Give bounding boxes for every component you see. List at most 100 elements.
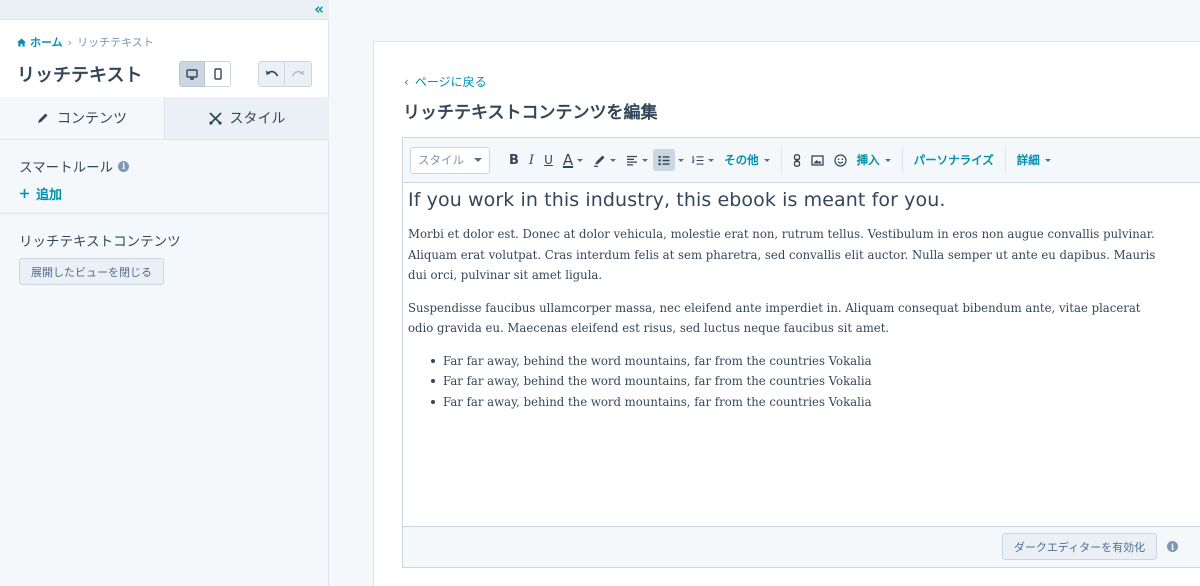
collapse-sidebar-icon[interactable]: « xyxy=(314,0,324,18)
desktop-view-button[interactable] xyxy=(179,61,205,87)
toolbar-divider xyxy=(901,147,903,173)
smart-rules-heading: スマートルール i xyxy=(19,156,130,176)
chevron-down-icon xyxy=(1044,158,1051,162)
sidebar: « ホーム › リッチテキスト リッチテキスト コンテンツ スタイル スマートル… xyxy=(0,0,329,586)
breadcrumb-home-link[interactable]: ホーム xyxy=(17,34,63,50)
editor-content[interactable]: If you work in this industry, this ebook… xyxy=(408,189,1168,412)
list-item-text: Far far away, behind the word mountains,… xyxy=(443,394,872,409)
close-expanded-view-button[interactable]: 展開したビューを閉じる xyxy=(19,258,164,285)
add-smart-rule-label: 追加 xyxy=(36,188,63,203)
view-toggle xyxy=(179,61,231,87)
content-heading: If you work in this industry, this ebook… xyxy=(408,189,946,211)
undo-button[interactable] xyxy=(258,61,285,87)
rich-text-section-label: リッチテキストコンテンツ xyxy=(19,234,181,250)
bulleted-list-button[interactable] xyxy=(653,149,676,171)
advanced-menu-label: 詳細 xyxy=(1016,153,1040,167)
more-menu-button[interactable]: その他 xyxy=(719,152,775,168)
tab-contents[interactable]: コンテンツ xyxy=(0,97,165,139)
redo-button[interactable] xyxy=(285,61,312,87)
mobile-view-button[interactable] xyxy=(205,61,231,87)
insert-link-button[interactable] xyxy=(788,149,806,171)
undo-icon xyxy=(265,70,278,77)
bulleted-list-icon xyxy=(658,155,670,165)
chevron-down-icon xyxy=(642,158,649,162)
editor-toolbar: スタイル B I U A その他 挿入 パーソナライズ 詳細 xyxy=(403,138,1200,183)
content-bullet-list: Far far away, behind the word mountains,… xyxy=(431,351,1168,413)
emoji-icon xyxy=(834,153,847,167)
style-select-value: スタイル xyxy=(418,153,464,167)
chevron-left-icon: ‹ xyxy=(404,74,409,89)
tab-style-label: スタイル xyxy=(229,111,286,127)
enable-dark-editor-button[interactable]: ダークエディターを有効化 xyxy=(1002,533,1157,560)
align-button[interactable] xyxy=(621,149,653,171)
insert-image-button[interactable] xyxy=(806,149,829,171)
main-panel: ‹ ページに戻る リッチテキストコンテンツを編集 スタイル B I U A その… xyxy=(373,41,1200,586)
personalize-button[interactable]: パーソナライズ xyxy=(909,152,999,168)
sidebar-header: ホーム › リッチテキスト リッチテキスト xyxy=(0,20,328,97)
breadcrumb: ホーム › リッチテキスト xyxy=(17,34,154,50)
breadcrumb-current: リッチテキスト xyxy=(77,36,154,49)
info-icon[interactable]: i xyxy=(1167,541,1178,552)
toolbar-divider xyxy=(780,147,782,173)
smart-rules-section: スマートルール i 追加 xyxy=(19,156,130,203)
chevron-down-icon xyxy=(610,158,617,162)
image-icon xyxy=(810,154,824,166)
more-menu-label: その他 xyxy=(724,153,759,167)
align-left-icon xyxy=(627,155,638,166)
italic-button[interactable]: I xyxy=(524,149,539,171)
bold-button[interactable]: B xyxy=(504,149,524,171)
scissors-icon xyxy=(208,111,222,125)
tab-style[interactable]: スタイル xyxy=(165,97,329,139)
bullet-icon xyxy=(431,399,435,404)
list-item: Far far away, behind the word mountains,… xyxy=(431,351,1168,372)
chevron-down-icon xyxy=(708,158,715,162)
bulleted-list-options[interactable] xyxy=(675,149,687,171)
undo-redo-group xyxy=(258,61,312,87)
bullet-icon xyxy=(431,379,435,384)
style-select[interactable]: スタイル xyxy=(410,146,490,174)
list-item: Far far away, behind the word mountains,… xyxy=(431,392,1168,413)
plus-icon xyxy=(20,189,29,198)
chevron-down-icon xyxy=(763,158,770,162)
numbered-list-button[interactable] xyxy=(687,149,719,171)
insert-emoji-button[interactable] xyxy=(829,149,852,171)
highlight-button[interactable] xyxy=(588,149,621,171)
advanced-menu-button[interactable]: 詳細 xyxy=(1012,152,1056,168)
back-to-page-label: ページに戻る xyxy=(414,75,487,89)
breadcrumb-home-label: ホーム xyxy=(30,36,63,49)
tab-contents-label: コンテンツ xyxy=(57,111,127,127)
bullet-icon xyxy=(431,358,435,363)
list-item-text: Far far away, behind the word mountains,… xyxy=(443,353,872,368)
list-item-text: Far far away, behind the word mountains,… xyxy=(443,374,872,388)
content-paragraph: Suspendisse faucibus ullamcorper massa, … xyxy=(408,300,1141,336)
text-color-button[interactable]: A xyxy=(558,149,588,171)
rich-text-section: リッチテキストコンテンツ 展開したビューを閉じる xyxy=(19,230,181,285)
list-item: Far far away, behind the word mountains,… xyxy=(431,371,1168,392)
add-smart-rule-button[interactable]: 追加 xyxy=(19,184,129,203)
desktop-icon xyxy=(186,68,198,80)
breadcrumb-separator: › xyxy=(67,35,73,49)
link-icon xyxy=(793,153,800,167)
redo-icon xyxy=(291,70,304,77)
editor-footer: ダークエディターを有効化 i xyxy=(403,526,1200,567)
mobile-icon xyxy=(213,68,222,80)
back-to-page-link[interactable]: ‹ ページに戻る xyxy=(404,73,487,90)
insert-menu-button[interactable]: 挿入 xyxy=(852,152,896,168)
toolbar-divider xyxy=(1004,147,1006,173)
sidebar-divider xyxy=(0,213,329,214)
collapse-strip: « xyxy=(0,0,329,20)
pencil-icon xyxy=(38,113,48,123)
content-paragraph: Morbi et dolor est. Donec at dolor vehic… xyxy=(408,227,1156,282)
numbered-list-icon xyxy=(692,155,704,165)
page-title: リッチテキストコンテンツを編集 xyxy=(403,103,658,123)
chevron-down-icon xyxy=(678,158,685,162)
chevron-down-icon xyxy=(577,158,584,162)
info-icon[interactable]: i xyxy=(118,160,130,172)
sidebar-title: リッチテキスト xyxy=(17,65,143,86)
insert-menu-label: 挿入 xyxy=(856,153,880,167)
underline-button[interactable]: U xyxy=(539,149,558,171)
sidebar-tabs: コンテンツ スタイル xyxy=(0,97,329,140)
home-icon xyxy=(17,37,26,47)
smart-rules-label: スマートルール xyxy=(19,160,114,176)
chevron-down-icon xyxy=(474,158,482,162)
